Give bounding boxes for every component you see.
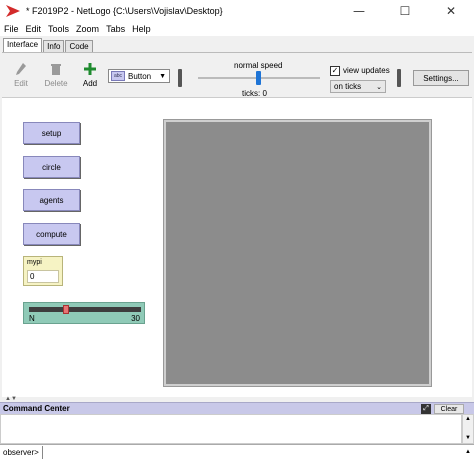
toolbar-separator <box>178 69 182 87</box>
n-slider[interactable]: N 30 <box>23 302 145 324</box>
agent-selector[interactable]: observer> <box>0 445 43 459</box>
maximize-button[interactable]: ☐ <box>382 0 428 22</box>
edit-button[interactable]: Edit <box>4 61 38 88</box>
view-updates-label: view updates <box>343 66 390 75</box>
monitor-value: 0 <box>27 270 59 283</box>
mypi-monitor[interactable]: mypi 0 <box>23 256 63 286</box>
menu-zoom[interactable]: Zoom <box>76 24 99 34</box>
interface-canvas: setup circle agents compute mypi 0 N 30 <box>2 97 472 397</box>
slider-thumb[interactable] <box>62 305 69 314</box>
speed-label: normal speed <box>234 61 283 70</box>
add-button[interactable]: Add <box>73 61 107 88</box>
command-input[interactable] <box>42 445 462 459</box>
maximize-icon: ☐ <box>399 4 411 18</box>
command-center-title: Command Center <box>3 404 70 413</box>
slider-value: 30 <box>131 314 140 323</box>
tab-code[interactable]: Code <box>65 40 93 52</box>
add-label: Add <box>82 79 98 88</box>
menu-file[interactable]: File <box>4 24 19 34</box>
close-icon: ✕ <box>445 4 457 18</box>
menu-help[interactable]: Help <box>132 24 151 34</box>
chevron-down-icon: ▼ <box>159 72 166 80</box>
agents-button[interactable]: agents <box>23 189 80 211</box>
minimize-button[interactable]: — <box>336 0 382 22</box>
tab-interface[interactable]: Interface <box>3 38 43 52</box>
menu-tabs[interactable]: Tabs <box>106 24 125 34</box>
slider-track[interactable] <box>29 307 141 312</box>
window-title: * F2019P2 - NetLogo {C:\Users\Vojislav\D… <box>26 6 223 16</box>
setup-button[interactable]: setup <box>23 122 80 144</box>
command-input-row: observer> ▲ <box>0 444 474 459</box>
compute-button[interactable]: compute <box>23 223 80 245</box>
command-center-output <box>0 414 462 444</box>
update-mode-value: on ticks <box>334 82 362 91</box>
menu-tools[interactable]: Tools <box>48 24 69 34</box>
slider-name: N <box>29 314 35 323</box>
settings-button[interactable]: Settings... <box>413 70 469 86</box>
menu-edit[interactable]: Edit <box>26 24 42 34</box>
scroll-up-icon[interactable]: ▲ <box>465 416 471 422</box>
edit-label: Edit <box>14 79 28 88</box>
update-mode-select[interactable]: on ticks ⌄ <box>330 80 386 93</box>
menu-bar: File Edit Tools Zoom Tabs Help <box>0 22 474 36</box>
input-history-icon[interactable]: ▲ <box>462 446 474 459</box>
chevron-down-icon: ⌄ <box>376 83 382 91</box>
speed-slider-thumb[interactable] <box>256 71 261 85</box>
delete-button[interactable]: Delete <box>39 61 73 88</box>
output-scrollbar[interactable]: ▲ ▼ <box>462 414 474 444</box>
expand-icon[interactable]: ⤢ <box>421 404 431 414</box>
pencil-icon <box>16 63 26 75</box>
title-bar: * F2019P2 - NetLogo {C:\Users\Vojislav\D… <box>0 0 474 22</box>
circle-button[interactable]: circle <box>23 156 80 178</box>
monitor-label: mypi <box>27 259 42 266</box>
scroll-down-icon[interactable]: ▼ <box>465 435 471 441</box>
clear-button[interactable]: Clear <box>434 404 464 414</box>
netlogo-logo-icon <box>6 5 20 17</box>
plus-icon <box>84 63 96 75</box>
window-controls: — ☐ ✕ <box>336 0 474 22</box>
world-view[interactable] <box>164 120 431 386</box>
interface-toolbar: Edit Delete Add abc Button ▼ normal spee… <box>2 52 472 98</box>
trash-icon <box>51 64 61 75</box>
view-updates-checkbox[interactable]: ✓ <box>330 66 340 76</box>
tab-strip: Interface Info Code <box>0 38 94 52</box>
delete-label: Delete <box>44 79 68 88</box>
minimize-icon: — <box>353 4 365 18</box>
tab-info[interactable]: Info <box>43 40 65 52</box>
button-widget-icon: abc <box>111 71 125 81</box>
widget-type-value: Button <box>128 71 152 81</box>
widget-type-select[interactable]: abc Button ▼ <box>108 69 170 83</box>
close-button[interactable]: ✕ <box>428 0 474 22</box>
toolbar-separator <box>397 69 401 87</box>
command-center-header: Command Center ⤢ Clear <box>0 402 474 414</box>
